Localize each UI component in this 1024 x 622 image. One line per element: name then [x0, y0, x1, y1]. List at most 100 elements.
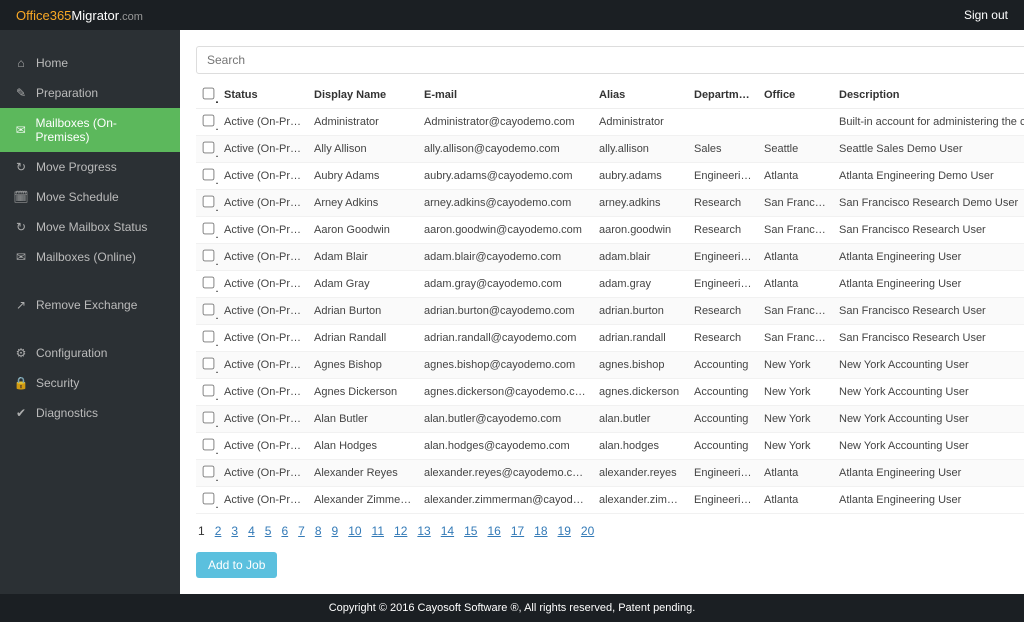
cell-department: Engineering: [688, 271, 758, 298]
table-row[interactable]: Active (On-Premises)Alexander Zimmermana…: [196, 487, 1024, 514]
sidebar-item-security[interactable]: 🔒Security: [0, 368, 180, 398]
cell-email: aubry.adams@cayodemo.com: [418, 163, 593, 190]
sidebar-item-diagnostics[interactable]: ✔Diagnostics: [0, 398, 180, 428]
col-display-name[interactable]: Display Name: [308, 82, 418, 109]
cell-display-name: Alexander Reyes: [308, 460, 418, 487]
page-link-10[interactable]: 10: [348, 524, 361, 538]
cell-display-name: Adrian Burton: [308, 298, 418, 325]
search-input[interactable]: [207, 53, 1024, 67]
cell-email: agnes.dickerson@cayodemo.com: [418, 379, 593, 406]
table-row[interactable]: Active (On-Premises)Agnes Dickersonagnes…: [196, 379, 1024, 406]
sidebar-item-remove-exchange[interactable]: ↗Remove Exchange: [0, 290, 180, 320]
col-alias[interactable]: Alias: [593, 82, 688, 109]
page-link-13[interactable]: 13: [417, 524, 430, 538]
add-to-job-button[interactable]: Add to Job: [196, 552, 277, 578]
cell-description: Atlanta Engineering Demo User: [833, 163, 1024, 190]
sidebar-item-move-schedule[interactable]: 🗓 Move Schedule: [0, 182, 180, 212]
col-status[interactable]: Status: [218, 82, 308, 109]
sidebar-icon: 🗓: [14, 190, 28, 204]
table-row[interactable]: Active (On-Premises)Aubry Adamsaubry.ada…: [196, 163, 1024, 190]
cell-department: Accounting: [688, 406, 758, 433]
page-link-17[interactable]: 17: [511, 524, 524, 538]
page-link-6[interactable]: 6: [281, 524, 288, 538]
table-row[interactable]: Active (On-Premises)Agnes Bishopagnes.bi…: [196, 352, 1024, 379]
col-department[interactable]: Department: [688, 82, 758, 109]
row-checkbox[interactable]: [203, 412, 215, 424]
page-link-7[interactable]: 7: [298, 524, 305, 538]
page-link-3[interactable]: 3: [231, 524, 238, 538]
row-checkbox[interactable]: [203, 142, 215, 154]
row-checkbox[interactable]: [203, 466, 215, 478]
row-checkbox[interactable]: [203, 196, 215, 208]
table-row[interactable]: Active (On-Premises)Alan Hodgesalan.hodg…: [196, 433, 1024, 460]
col-description[interactable]: Description: [833, 82, 1024, 109]
page-link-14[interactable]: 14: [441, 524, 454, 538]
col-email[interactable]: E-mail: [418, 82, 593, 109]
row-checkbox[interactable]: [203, 250, 215, 262]
row-checkbox[interactable]: [203, 277, 215, 289]
sidebar-item-label: Home: [36, 56, 68, 70]
sidebar-item-label: Move Schedule: [36, 190, 119, 204]
cell-status: Active (On-Premises): [218, 406, 308, 433]
page-link-8[interactable]: 8: [315, 524, 322, 538]
sidebar-item-move-progress[interactable]: ↻Move Progress: [0, 152, 180, 182]
page-link-12[interactable]: 12: [394, 524, 407, 538]
cell-department: Research: [688, 325, 758, 352]
page-link-9[interactable]: 9: [332, 524, 339, 538]
table-row[interactable]: Active (On-Premises)Alexander Reyesalexa…: [196, 460, 1024, 487]
row-checkbox[interactable]: [203, 169, 215, 181]
sidebar-icon: ✉: [14, 250, 28, 264]
cell-description: New York Accounting User: [833, 352, 1024, 379]
sidebar-item-label: Preparation: [36, 86, 98, 100]
page-link-18[interactable]: 18: [534, 524, 547, 538]
cell-office: Atlanta: [758, 271, 833, 298]
cell-status: Active (On-Premises): [218, 271, 308, 298]
table-row[interactable]: Active (On-Premises)AdministratorAdminis…: [196, 109, 1024, 136]
cell-office: New York: [758, 379, 833, 406]
table-row[interactable]: Active (On-Premises)Adrian Burtonadrian.…: [196, 298, 1024, 325]
page-link-15[interactable]: 15: [464, 524, 477, 538]
row-checkbox[interactable]: [203, 493, 215, 505]
sidebar-item-move-mailbox-status[interactable]: ↻Move Mailbox Status: [0, 212, 180, 242]
row-checkbox[interactable]: [203, 331, 215, 343]
cell-display-name: Ally Allison: [308, 136, 418, 163]
page-link-4[interactable]: 4: [248, 524, 255, 538]
row-checkbox[interactable]: [203, 115, 215, 127]
cell-description: San Francisco Research User: [833, 298, 1024, 325]
cell-alias: Administrator: [593, 109, 688, 136]
cell-description: Atlanta Engineering User: [833, 244, 1024, 271]
row-checkbox[interactable]: [203, 223, 215, 235]
table-row[interactable]: Active (On-Premises)Arney Adkinsarney.ad…: [196, 190, 1024, 217]
page-link-19[interactable]: 19: [558, 524, 571, 538]
cell-alias: agnes.dickerson: [593, 379, 688, 406]
sidebar-item-preparation[interactable]: ✎Preparation: [0, 78, 180, 108]
cell-status: Active (On-Premises): [218, 379, 308, 406]
table-row[interactable]: Active (On-Premises)Adrian Randalladrian…: [196, 325, 1024, 352]
page-link-11[interactable]: 11: [372, 524, 384, 538]
cell-status: Active (On-Premises): [218, 163, 308, 190]
sidebar-item-mailboxes-online-[interactable]: ✉ Mailboxes (Online): [0, 242, 180, 272]
sidebar-item-label: Mailboxes (Online): [36, 250, 136, 264]
page-link-20[interactable]: 20: [581, 524, 594, 538]
page-link-2[interactable]: 2: [215, 524, 222, 538]
sidebar-item-mailboxes-on-premises-[interactable]: ✉Mailboxes (On-Premises): [0, 108, 180, 152]
sidebar-item-configuration[interactable]: ⚙Configuration: [0, 338, 180, 368]
table-row[interactable]: Active (On-Premises)Aaron Goodwinaaron.g…: [196, 217, 1024, 244]
table-row[interactable]: Active (On-Premises)Alan Butleralan.butl…: [196, 406, 1024, 433]
row-checkbox[interactable]: [203, 304, 215, 316]
page-link-16[interactable]: 16: [487, 524, 500, 538]
table-row[interactable]: Active (On-Premises)Ally Allisonally.all…: [196, 136, 1024, 163]
col-office[interactable]: Office: [758, 82, 833, 109]
sign-out-link[interactable]: Sign out: [964, 8, 1008, 22]
cell-alias: adrian.randall: [593, 325, 688, 352]
row-checkbox[interactable]: [203, 439, 215, 451]
row-checkbox[interactable]: [203, 358, 215, 370]
row-checkbox[interactable]: [203, 385, 215, 397]
sidebar-item-home[interactable]: ⌂Home: [0, 48, 180, 78]
select-all-checkbox[interactable]: [203, 88, 215, 100]
table-row[interactable]: Active (On-Premises)Adam Grayadam.gray@c…: [196, 271, 1024, 298]
table-row[interactable]: Active (On-Premises)Adam Blairadam.blair…: [196, 244, 1024, 271]
footer: Copyright © 2016 Cayosoft Software ®, Al…: [0, 594, 1024, 622]
page-link-5[interactable]: 5: [265, 524, 272, 538]
cell-display-name: Aubry Adams: [308, 163, 418, 190]
